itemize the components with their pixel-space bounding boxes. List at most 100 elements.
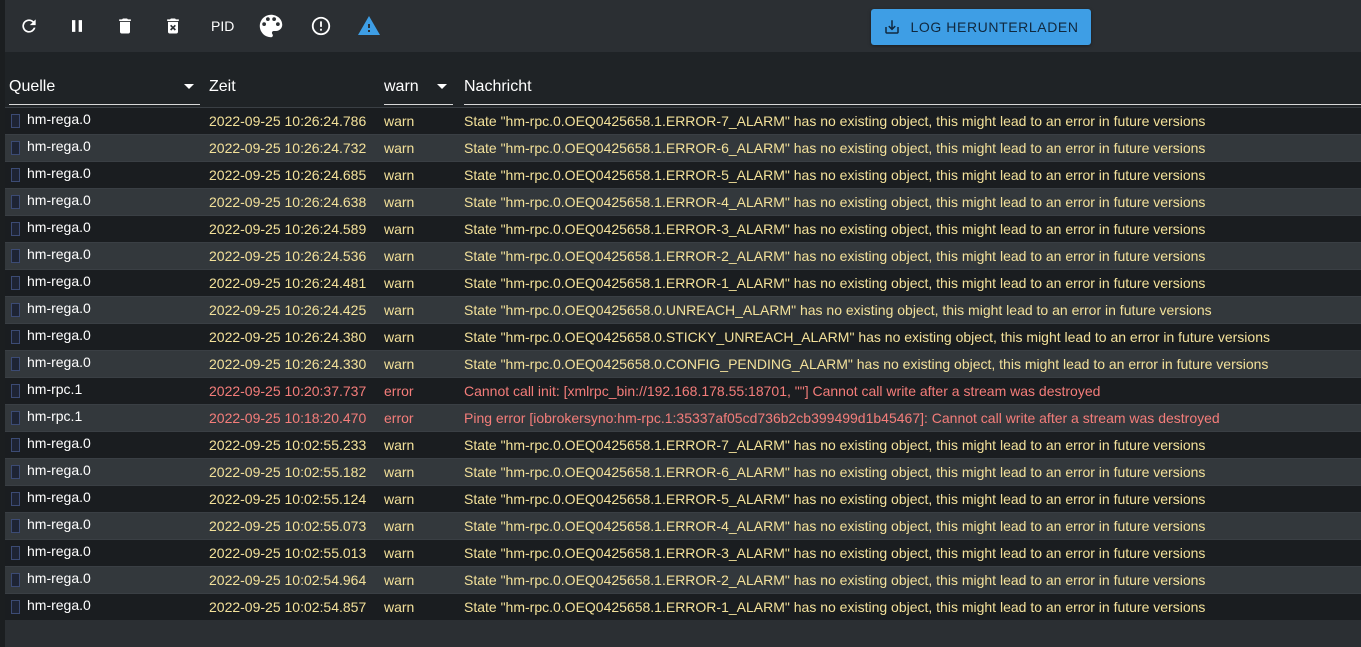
log-message: State "hm-rpc.0.OEQ0425658.1.ERROR-6_ALA… <box>464 140 1206 156</box>
level-filter-select[interactable]: warn <box>384 70 453 105</box>
log-message: State "hm-rpc.0.OEQ0425658.1.ERROR-1_ALA… <box>464 599 1206 615</box>
log-message: State "hm-rpc.0.OEQ0425658.1.ERROR-5_ALA… <box>464 491 1206 507</box>
pause-button[interactable] <box>59 8 95 44</box>
log-message: State "hm-rpc.0.OEQ0425658.1.ERROR-3_ALA… <box>464 221 1206 237</box>
adapter-icon <box>11 600 20 614</box>
log-level: warn <box>384 140 415 156</box>
warning-filter-button[interactable] <box>351 8 387 44</box>
log-row: hm-rega.0 2022-09-25 10:26:24.481 warn Stat… <box>5 269 1361 296</box>
log-time: 2022-09-25 10:02:55.124 <box>209 491 367 507</box>
chevron-down-icon <box>184 84 194 89</box>
log-row: hm-rega.0 2022-09-25 10:02:55.013 warn Stat… <box>5 539 1361 566</box>
log-source: hm-rpc.1 <box>27 381 83 397</box>
log-source: hm-rega.0 <box>27 435 91 451</box>
delete-icon <box>115 16 135 36</box>
log-level: warn <box>384 221 415 237</box>
message-header-label: Nachricht <box>464 78 532 95</box>
log-row: hm-rega.0 2022-09-25 10:26:24.786 warn Stat… <box>5 107 1361 134</box>
table-footer-area <box>5 620 1361 647</box>
log-row: hm-rega.0 2022-09-25 10:26:24.536 warn Stat… <box>5 242 1361 269</box>
adapter-icon <box>11 249 20 263</box>
log-message: State "hm-rpc.0.OEQ0425658.1.ERROR-7_ALA… <box>464 113 1206 129</box>
log-row: hm-rega.0 2022-09-25 10:26:24.732 warn Stat… <box>5 134 1361 161</box>
log-row: hm-rega.0 2022-09-25 10:02:54.964 warn Stat… <box>5 566 1361 593</box>
log-level: warn <box>384 275 415 291</box>
log-row: hm-rega.0 2022-09-25 10:26:24.589 warn Stat… <box>5 215 1361 242</box>
toolbar: PID LOG HERUNTERLADEN <box>5 0 1361 52</box>
log-row: hm-rega.0 2022-09-25 10:26:24.425 warn Stat… <box>5 296 1361 323</box>
log-message: State "hm-rpc.0.OEQ0425658.1.ERROR-7_ALA… <box>464 437 1206 453</box>
log-level: warn <box>384 518 415 534</box>
log-source: hm-rega.0 <box>27 516 91 532</box>
log-source: hm-rega.0 <box>27 327 91 343</box>
log-source: hm-rega.0 <box>27 273 91 289</box>
log-message: Ping error [iobrokersyno:hm-rpc.1:35337a… <box>464 410 1220 426</box>
log-source: hm-rega.0 <box>27 219 91 235</box>
delete-forever-button[interactable] <box>155 8 191 44</box>
adapter-icon <box>11 384 20 398</box>
log-time: 2022-09-25 10:02:54.857 <box>209 599 367 615</box>
chevron-down-icon <box>437 84 447 89</box>
log-time: 2022-09-25 10:26:24.425 <box>209 302 367 318</box>
error-filter-button[interactable] <box>303 8 339 44</box>
theme-button[interactable] <box>253 8 289 44</box>
source-filter-select[interactable]: Quelle <box>9 70 200 105</box>
log-time: 2022-09-25 10:26:24.380 <box>209 329 367 345</box>
log-table-body: hm-rega.0 2022-09-25 10:26:24.786 warn Stat… <box>5 107 1361 620</box>
log-source: hm-rega.0 <box>27 489 91 505</box>
log-level: warn <box>384 113 415 129</box>
adapter-icon <box>11 222 20 236</box>
log-source: hm-rega.0 <box>27 543 91 559</box>
log-level: error <box>384 383 414 399</box>
log-level: warn <box>384 491 415 507</box>
log-time: 2022-09-25 10:26:24.732 <box>209 140 367 156</box>
adapter-icon <box>11 465 20 479</box>
log-level: error <box>384 410 414 426</box>
adapter-icon <box>11 411 20 425</box>
pid-button[interactable]: PID <box>209 14 236 38</box>
log-message: Cannot call init: [xmlrpc_bin://192.168.… <box>464 383 1101 399</box>
warning-triangle-icon <box>357 14 381 38</box>
log-row: hm-rega.0 2022-09-25 10:02:54.857 warn Stat… <box>5 593 1361 620</box>
log-message: State "hm-rpc.0.OEQ0425658.1.ERROR-3_ALA… <box>464 545 1206 561</box>
log-message: State "hm-rpc.0.OEQ0425658.1.ERROR-1_ALA… <box>464 275 1206 291</box>
adapter-icon <box>11 519 20 533</box>
download-icon <box>883 18 901 36</box>
delete-forever-icon <box>163 16 183 36</box>
source-header-label: Quelle <box>9 78 56 95</box>
log-level: warn <box>384 356 415 372</box>
log-message: State "hm-rpc.0.OEQ0425658.0.UNREACH_ALA… <box>464 302 1212 318</box>
log-row: hm-rpc.1 2022-09-25 10:18:20.470 error Ping… <box>5 404 1361 431</box>
log-level: warn <box>384 464 415 480</box>
log-time: 2022-09-25 10:18:20.470 <box>209 410 367 426</box>
log-source: hm-rega.0 <box>27 165 91 181</box>
log-row: hm-rega.0 2022-09-25 10:02:55.073 warn Stat… <box>5 512 1361 539</box>
pause-icon <box>67 16 87 36</box>
adapter-icon <box>11 438 20 452</box>
time-header-label: Zeit <box>209 78 236 95</box>
delete-button[interactable] <box>107 8 143 44</box>
adapter-icon <box>11 114 20 128</box>
download-log-button[interactable]: LOG HERUNTERLADEN <box>871 9 1091 45</box>
log-message: State "hm-rpc.0.OEQ0425658.1.ERROR-2_ALA… <box>464 248 1206 264</box>
log-time: 2022-09-25 10:26:24.786 <box>209 113 367 129</box>
log-source: hm-rega.0 <box>27 354 91 370</box>
log-source: hm-rega.0 <box>27 246 91 262</box>
log-time: 2022-09-25 10:02:54.964 <box>209 572 367 588</box>
refresh-button[interactable] <box>11 8 47 44</box>
level-header-label: warn <box>384 78 419 95</box>
log-viewer: PID LOG HERUNTERLADEN Quelle Zeit warn N… <box>0 0 1361 647</box>
log-time: 2022-09-25 10:26:24.330 <box>209 356 367 372</box>
log-source: hm-rega.0 <box>27 462 91 478</box>
log-message: State "hm-rpc.0.OEQ0425658.1.ERROR-2_ALA… <box>464 572 1206 588</box>
log-time: 2022-09-25 10:26:24.638 <box>209 194 367 210</box>
log-level: warn <box>384 194 415 210</box>
log-row: hm-rega.0 2022-09-25 10:26:24.330 warn Stat… <box>5 350 1361 377</box>
message-filter-input[interactable]: Nachricht <box>464 70 1361 105</box>
alert-circle-icon <box>310 15 332 37</box>
log-time: 2022-09-25 10:26:24.685 <box>209 167 367 183</box>
log-message: State "hm-rpc.0.OEQ0425658.0.CONFIG_PEND… <box>464 356 1269 372</box>
adapter-icon <box>11 303 20 317</box>
log-time: 2022-09-25 10:26:24.589 <box>209 221 367 237</box>
log-time: 2022-09-25 10:02:55.013 <box>209 545 367 561</box>
